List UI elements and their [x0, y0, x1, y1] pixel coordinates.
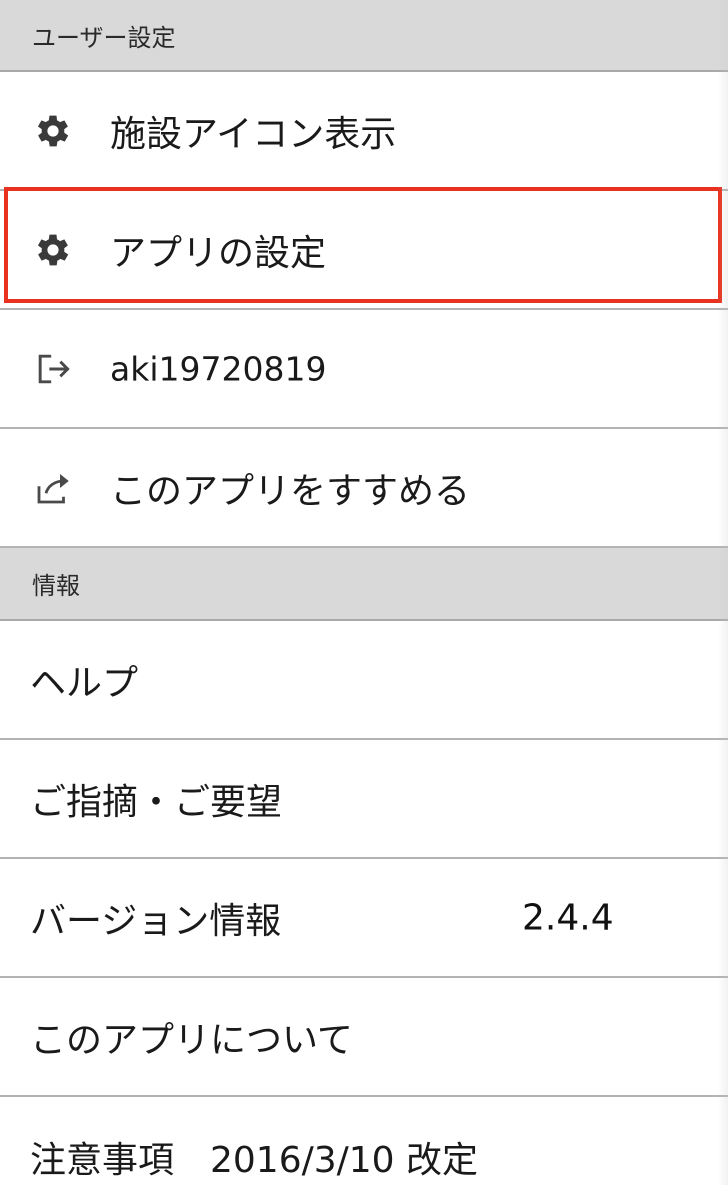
menu-item-label: バージョン情報 [30, 900, 282, 942]
menu-item-help[interactable]: ヘルプ [0, 621, 728, 740]
gear-icon [30, 108, 76, 154]
menu-item-label: このアプリをすすめる [110, 470, 471, 512]
menu-item-label: ヘルプ [30, 662, 139, 704]
menu-item-label: このアプリについて [30, 1019, 353, 1061]
menu-item-version-info[interactable]: バージョン情報 2.4.4 [0, 859, 728, 978]
share-icon [30, 465, 76, 511]
menu-item-recommend-app[interactable]: このアプリをすすめる [0, 429, 728, 548]
menu-item-about-app[interactable]: このアプリについて [0, 978, 728, 1097]
menu-item-app-settings[interactable]: アプリの設定 [0, 191, 728, 310]
menu-item-label: アプリの設定 [110, 232, 327, 274]
account-name: aki19720819 [110, 349, 327, 388]
menu-item-terms-notice[interactable]: 注意事項 2016/3/10 改定 [0, 1097, 728, 1185]
menu-item-label: ご指摘・ご要望 [30, 781, 283, 823]
menu-item-label: 施設アイコン表示 [110, 113, 397, 155]
gear-icon [30, 227, 76, 273]
section-title: ユーザー設定 [32, 23, 176, 52]
section-header-info: 情報 [0, 548, 728, 621]
scroll-edge-shadow [718, 0, 728, 1185]
menu-item-facility-icon-display[interactable]: 施設アイコン表示 [0, 72, 728, 191]
version-number: 2.4.4 [522, 897, 614, 938]
section-header-user-settings: ユーザー設定 [0, 0, 728, 72]
menu-item-feedback[interactable]: ご指摘・ご要望 [0, 740, 728, 859]
section-title: 情報 [32, 572, 80, 600]
menu-item-logout-account[interactable]: aki19720819 [0, 310, 728, 429]
menu-item-label: 注意事項 2016/3/10 改定 [30, 1140, 479, 1181]
logout-icon [30, 346, 76, 392]
